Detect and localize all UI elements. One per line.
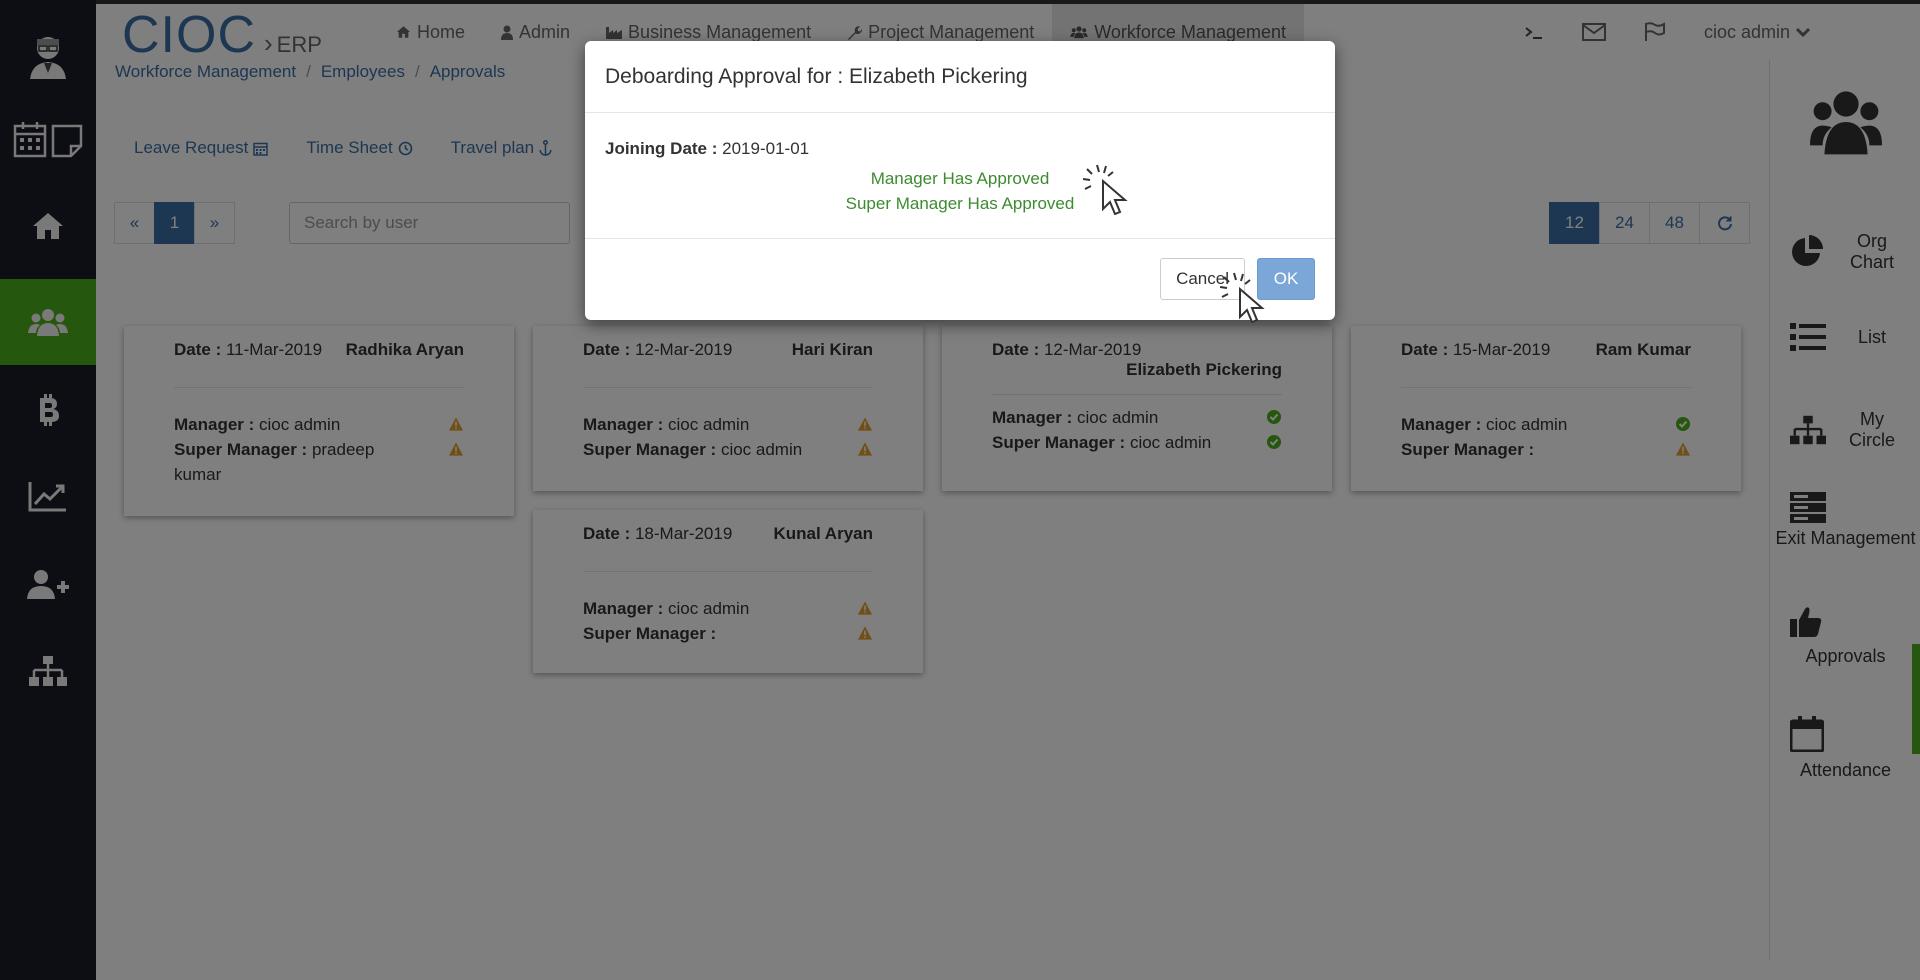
joining-date-label: Joining Date : [605, 139, 718, 158]
dialog-title: Deboarding Approval for : Elizabeth Pick… [605, 64, 1028, 88]
click-cursor-icon [1220, 272, 1265, 323]
dialog-body: Joining Date : 2019-01-01 Manager Has Ap… [585, 113, 1335, 239]
click-cursor-icon [1083, 164, 1128, 215]
deboarding-approval-dialog: Deboarding Approval for : Elizabeth Pick… [585, 41, 1335, 323]
manager-approval-status: Manager Has Approved [870, 169, 1050, 188]
dialog-header: Deboarding Approval for : Elizabeth Pick… [585, 41, 1335, 113]
joining-date-value: 2019-01-01 [722, 139, 810, 158]
super-manager-approval-status: Super Manager Has Approved [845, 194, 1075, 213]
joining-date: Joining Date : 2019-01-01 [605, 139, 1315, 159]
